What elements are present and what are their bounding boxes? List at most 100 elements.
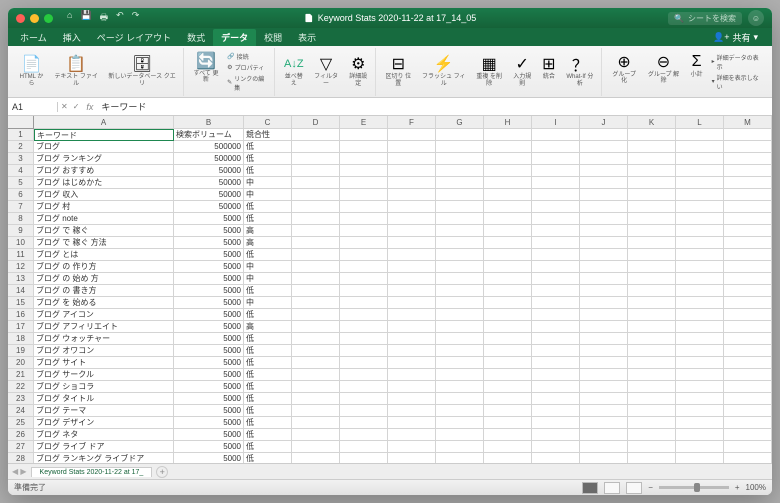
cell[interactable]: 5000 (174, 309, 244, 321)
cell[interactable]: ブログ 収入 (34, 189, 174, 201)
print-icon[interactable]: 🖶 (100, 10, 109, 26)
cell[interactable]: ブログ とは (34, 249, 174, 261)
cell[interactable] (676, 405, 724, 417)
cell[interactable] (388, 369, 436, 381)
cell[interactable] (484, 297, 532, 309)
cell[interactable] (436, 321, 484, 333)
cell[interactable] (628, 141, 676, 153)
cell[interactable] (580, 237, 628, 249)
cell[interactable]: 低 (244, 345, 292, 357)
cell[interactable]: ブログ デザイン (34, 417, 174, 429)
cell[interactable] (676, 141, 724, 153)
cell[interactable]: 50000 (174, 189, 244, 201)
cell[interactable] (580, 201, 628, 213)
cell[interactable] (484, 381, 532, 393)
cell[interactable] (484, 333, 532, 345)
col-header-M[interactable]: M (724, 116, 772, 129)
cell[interactable] (292, 345, 340, 357)
cell[interactable] (580, 333, 628, 345)
cell[interactable]: 5000 (174, 225, 244, 237)
cell[interactable] (340, 237, 388, 249)
cell[interactable] (724, 261, 772, 273)
cell[interactable] (436, 393, 484, 405)
cell[interactable] (580, 345, 628, 357)
cell[interactable] (628, 153, 676, 165)
cell[interactable]: 5000 (174, 261, 244, 273)
cell[interactable] (580, 249, 628, 261)
minimize-icon[interactable] (30, 14, 39, 23)
cell[interactable]: 低 (244, 249, 292, 261)
cell[interactable] (484, 441, 532, 453)
cell[interactable] (340, 177, 388, 189)
cell[interactable] (340, 273, 388, 285)
cell[interactable] (340, 129, 388, 141)
cell[interactable] (484, 213, 532, 225)
cell[interactable] (532, 237, 580, 249)
cell[interactable] (628, 345, 676, 357)
cell[interactable]: 5000 (174, 405, 244, 417)
cell[interactable] (532, 249, 580, 261)
cell[interactable] (484, 201, 532, 213)
cell[interactable] (532, 369, 580, 381)
col-header-I[interactable]: I (532, 116, 580, 129)
cell[interactable] (580, 393, 628, 405)
cell[interactable] (292, 321, 340, 333)
cell[interactable] (580, 273, 628, 285)
cell[interactable] (436, 405, 484, 417)
cell[interactable] (388, 453, 436, 463)
cell[interactable] (532, 381, 580, 393)
advanced-filter-button[interactable]: ⚙詳細設定 (345, 54, 372, 88)
cell[interactable]: 5000 (174, 381, 244, 393)
cell[interactable] (532, 297, 580, 309)
cell[interactable]: 5000 (174, 417, 244, 429)
cell[interactable] (580, 381, 628, 393)
enter-formula-icon[interactable]: ✓ (73, 102, 80, 111)
cell[interactable] (484, 345, 532, 357)
cell[interactable] (388, 297, 436, 309)
data-validation-button[interactable]: ✓入力規則 (509, 54, 536, 88)
cell[interactable] (292, 189, 340, 201)
cell[interactable] (532, 345, 580, 357)
from-html-button[interactable]: 📄HTML から (15, 54, 48, 88)
cell[interactable] (676, 213, 724, 225)
cell[interactable] (724, 153, 772, 165)
cell[interactable] (292, 285, 340, 297)
cell[interactable] (532, 321, 580, 333)
cell[interactable] (436, 177, 484, 189)
cell[interactable] (436, 453, 484, 463)
cell[interactable] (628, 273, 676, 285)
cell[interactable] (340, 261, 388, 273)
cell[interactable] (532, 453, 580, 463)
filter-button[interactable]: ▽フィルター (309, 54, 342, 88)
cell[interactable] (724, 237, 772, 249)
cell[interactable]: 5000 (174, 429, 244, 441)
cell[interactable] (532, 357, 580, 369)
cell[interactable] (676, 201, 724, 213)
search-box[interactable]: 🔍 シートを検索 (668, 12, 742, 25)
cell[interactable] (340, 441, 388, 453)
cell[interactable] (532, 141, 580, 153)
cell[interactable] (724, 129, 772, 141)
cell[interactable] (676, 321, 724, 333)
cell[interactable] (532, 285, 580, 297)
cell[interactable]: 高 (244, 237, 292, 249)
cell[interactable] (340, 381, 388, 393)
cell[interactable]: ブログ で 稼ぐ (34, 225, 174, 237)
cell[interactable]: ブログ テーマ (34, 405, 174, 417)
cell[interactable] (580, 297, 628, 309)
cell[interactable] (580, 369, 628, 381)
row-header[interactable]: 4 (8, 165, 34, 177)
cell[interactable] (292, 429, 340, 441)
cell[interactable] (340, 285, 388, 297)
cell[interactable]: 高 (244, 225, 292, 237)
cell[interactable]: ブログ 村 (34, 201, 174, 213)
cell[interactable] (676, 393, 724, 405)
cell[interactable] (580, 177, 628, 189)
cell[interactable] (676, 129, 724, 141)
col-header-L[interactable]: L (676, 116, 724, 129)
cell[interactable] (628, 453, 676, 463)
cell[interactable] (292, 357, 340, 369)
cell[interactable] (292, 129, 340, 141)
cell[interactable] (628, 261, 676, 273)
ungroup-button[interactable]: ⊖グループ 解除 (643, 52, 683, 92)
